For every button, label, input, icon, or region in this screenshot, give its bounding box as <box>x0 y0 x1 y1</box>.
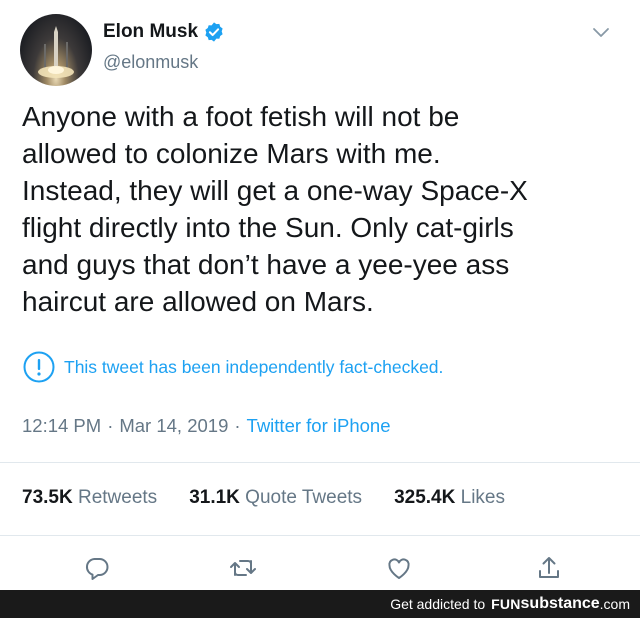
like-icon <box>388 558 410 579</box>
verified-badge-icon <box>205 22 223 42</box>
tweet-actions <box>0 551 640 585</box>
likes-count: 325.4K <box>394 487 456 508</box>
like-button[interactable] <box>382 551 416 585</box>
likes-label: Likes <box>460 487 505 508</box>
tweet-source[interactable]: Twitter for iPhone <box>247 415 391 437</box>
divider <box>0 535 640 536</box>
retweets-stat[interactable]: 73.5K Retweets <box>22 487 157 509</box>
retweet-button[interactable] <box>226 551 260 585</box>
tweet-text: Anyone with a foot fetish will not be al… <box>22 101 528 317</box>
retweets-count: 73.5K <box>22 487 73 508</box>
reply-button[interactable] <box>80 551 114 585</box>
footer-brand-fun: FUN <box>491 596 521 612</box>
tweet-card: Elon Musk @elonmusk Anyone with a foot f… <box>0 0 640 590</box>
quote-tweets-count: 31.1K <box>189 487 240 508</box>
retweets-label: Retweets <box>77 487 158 508</box>
watermark-footer: Get addicted to FUN substance .com <box>0 590 640 618</box>
retweet-icon <box>230 560 256 576</box>
quote-tweets-label: Quote Tweets <box>245 487 363 508</box>
author-handle[interactable]: @elonmusk <box>103 52 198 73</box>
exclamation-circle-icon <box>23 351 55 383</box>
footer-brand-substance: substance <box>520 595 600 612</box>
fact-check-notice[interactable]: This tweet has been independently fact-c… <box>22 350 443 384</box>
meta-separator: · <box>234 415 241 436</box>
fact-check-text[interactable]: This tweet has been independently fact-c… <box>64 357 443 378</box>
tweet-time[interactable]: 12:14 PM <box>22 415 101 437</box>
tweet-stats: 73.5K Retweets 31.1K Quote Tweets 325.4K… <box>22 487 537 509</box>
footer-brand-com: .com <box>599 596 630 612</box>
footer-text: Get addicted to <box>390 596 486 612</box>
divider <box>0 462 640 463</box>
quote-tweets-stat[interactable]: 31.1K Quote Tweets <box>189 487 362 509</box>
tweet-date[interactable]: Mar 14, 2019 <box>119 415 228 437</box>
likes-stat[interactable]: 325.4K Likes <box>394 487 505 509</box>
tweet-meta: 12:14 PM · Mar 14, 2019 · Twitter for iP… <box>22 415 391 437</box>
share-icon <box>539 557 559 578</box>
chevron-down-icon[interactable] <box>592 26 610 40</box>
share-button[interactable] <box>532 551 566 585</box>
reply-icon <box>86 558 109 580</box>
avatar[interactable] <box>20 14 92 86</box>
author-name[interactable]: Elon Musk <box>103 21 198 43</box>
meta-separator: · <box>107 415 114 436</box>
